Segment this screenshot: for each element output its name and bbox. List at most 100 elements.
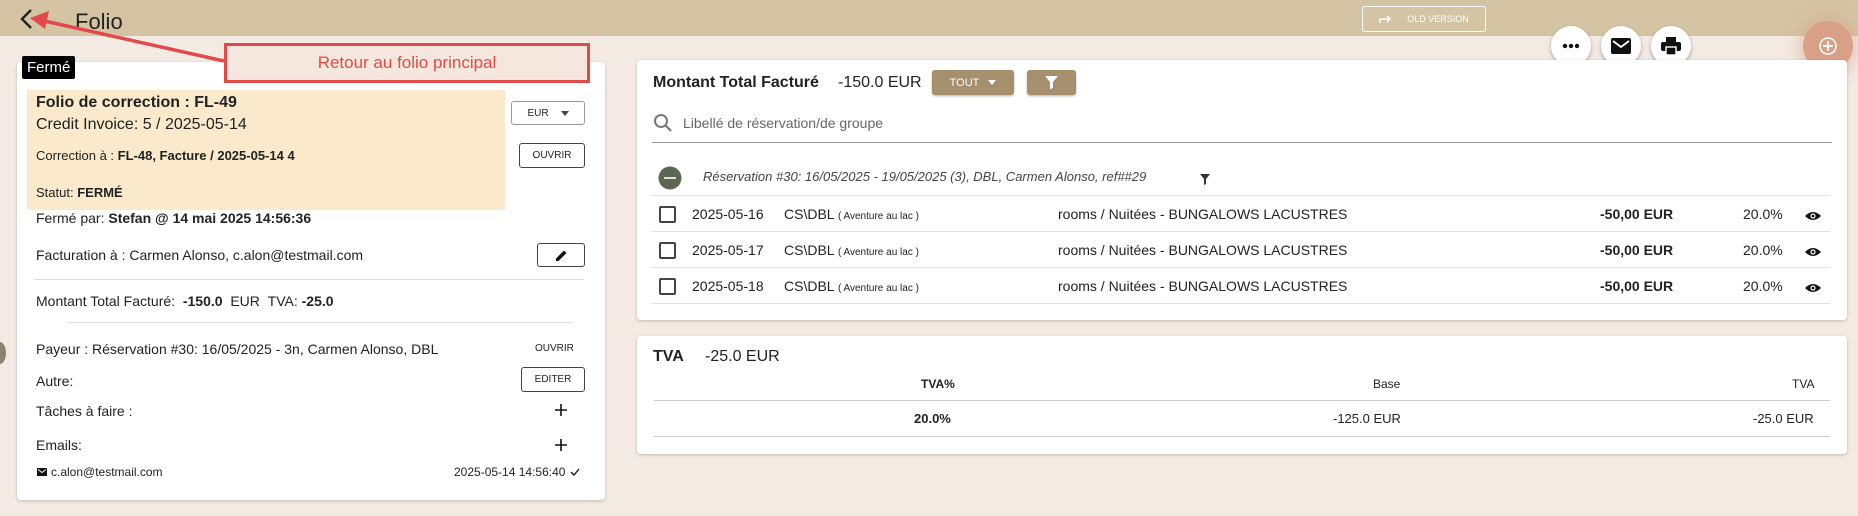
row-divider [652, 267, 1830, 268]
ferme-par-line: Fermé par: Stefan @ 14 mai 2025 14:56:36 [36, 210, 311, 226]
tva-col-base: Base [1373, 377, 1401, 391]
currency-select[interactable]: EUR [511, 101, 585, 125]
row-room-code: CS\DBL [784, 242, 835, 258]
row-view-button[interactable] [1805, 208, 1821, 226]
dropdown-caret-icon [560, 110, 569, 116]
search-input[interactable]: Libellé de réservation/de groupe [683, 115, 883, 131]
tva-title: TVA [653, 348, 684, 365]
email-date: 2025-05-14 14:56:40 [454, 465, 566, 479]
row-room-note: ( Aventure au lac ) [837, 283, 919, 294]
collapse-icon [658, 166, 682, 190]
row-room: CS\DBL ( Aventure au lac ) [784, 206, 919, 222]
row-amount: -50,00 EUR [1600, 242, 1674, 258]
add-task-button[interactable] [555, 403, 567, 421]
row-checkbox[interactable] [659, 242, 676, 259]
payeur-label: Payeur : [36, 341, 93, 357]
add-icon [1819, 37, 1837, 55]
montant-value: -150.0 [182, 293, 223, 309]
dropdown-caret-icon [988, 80, 997, 85]
montant-currency: EUR [230, 293, 260, 309]
row-description: rooms / Nuitées - BUNGALOWS LACUSTRES [1058, 242, 1348, 258]
eye-icon [1805, 284, 1821, 292]
filter-icon [1045, 76, 1058, 89]
row-room: CS\DBL ( Aventure au lac ) [784, 278, 919, 294]
emails-label: Emails: [36, 437, 82, 453]
total-label: Montant Total Facturé [653, 74, 819, 91]
callout-arrow [30, 11, 225, 63]
pencil-icon [555, 250, 566, 261]
correction-label: Correction à : [36, 148, 118, 163]
folio-title: Folio de correction : FL-49 [36, 94, 237, 111]
currency-select-value: EUR [527, 107, 549, 119]
montant-line: Montant Total Facturé: -150.0 EUR TVA: -… [36, 293, 334, 309]
tva-label: TVA: [267, 293, 298, 309]
tva-header-divider [654, 400, 1830, 401]
row-amount: -50,00 EUR [1600, 206, 1674, 222]
row-divider [652, 195, 1830, 196]
edit-billing-button[interactable] [537, 243, 585, 267]
tva-total: -25.0 EUR [705, 348, 780, 365]
tva-row-divider [654, 436, 1830, 437]
mail-icon [1611, 38, 1631, 54]
row-room-note: ( Aventure au lac ) [837, 211, 919, 222]
payeur-open-button[interactable]: OUVRIR [535, 343, 574, 354]
statut-line: Statut: FERMÉ [36, 185, 123, 200]
row-checkbox[interactable] [659, 278, 676, 295]
editer-button[interactable]: EDITER [521, 367, 585, 392]
old-version-label: OLD VERSION [1407, 14, 1469, 24]
more-icon [1562, 43, 1580, 49]
row-room-code: CS\DBL [784, 278, 835, 294]
ferme-par-label: Fermé par: [36, 210, 109, 226]
tout-filter-button[interactable]: TOUT [932, 70, 1014, 95]
row-amount: -50,00 EUR [1600, 278, 1674, 294]
check-icon [570, 468, 580, 476]
statut-value: FERMÉ [77, 185, 123, 200]
group-filter-button[interactable] [1200, 172, 1210, 190]
row-date: 2025-05-17 [692, 242, 764, 258]
tva-col-tva: TVA [1792, 377, 1815, 391]
facturation-line: Facturation à : Carmen Alonso, c.alon@te… [36, 247, 363, 263]
email-address: c.alon@testmail.com [51, 465, 163, 479]
divider [67, 322, 573, 323]
tva-base-value: -125.0 EUR [1333, 411, 1401, 426]
row-room-note: ( Aventure au lac ) [837, 247, 919, 258]
email-entry[interactable]: c.alon@testmail.com [37, 465, 163, 479]
row-vat-rate: 20.0% [1743, 242, 1783, 258]
search-icon [653, 113, 673, 138]
row-room: CS\DBL ( Aventure au lac ) [784, 242, 919, 258]
row-date: 2025-05-18 [692, 278, 764, 294]
credit-invoice: Credit Invoice: 5 / 2025-05-14 [36, 116, 247, 133]
old-version-button[interactable]: OLD VERSION [1362, 6, 1486, 32]
reservation-group-label: Réservation #30: 16/05/2025 - 19/05/2025… [703, 169, 1147, 184]
row-divider [652, 303, 1830, 304]
row-checkbox[interactable] [659, 206, 676, 223]
tva-rate-value: 20.0% [914, 411, 951, 426]
row-view-button[interactable] [1805, 280, 1821, 298]
montant-label: Montant Total Facturé: [36, 293, 176, 309]
search-underline [652, 142, 1832, 143]
add-email-button[interactable] [555, 438, 567, 456]
print-icon [1661, 37, 1681, 55]
row-view-button[interactable] [1805, 244, 1821, 262]
row-description: rooms / Nuitées - BUNGALOWS LACUSTRES [1058, 206, 1348, 222]
tva-amount-value: -25.0 EUR [1753, 411, 1814, 426]
tout-label: TOUT [949, 76, 980, 89]
row-room-code: CS\DBL [784, 206, 835, 222]
row-description: rooms / Nuitées - BUNGALOWS LACUSTRES [1058, 278, 1348, 294]
filter-icon [1200, 174, 1210, 185]
row-vat-rate: 20.0% [1743, 206, 1783, 222]
filter-button[interactable] [1027, 70, 1076, 95]
eye-icon [1805, 248, 1821, 256]
facturation-value: Carmen Alonso, c.alon@testmail.com [129, 247, 364, 263]
payeur-value: Réservation #30: 16/05/2025 - 3n, Carmen… [92, 341, 439, 357]
row-divider [652, 231, 1830, 232]
ferme-par-value: Stefan @ 14 mai 2025 14:56:36 [108, 210, 312, 226]
correction-line: Correction à : FL-48, Facture / 2025-05-… [36, 148, 295, 163]
callout-annotation: Retour au folio principal [224, 43, 590, 83]
collapse-group-button[interactable] [658, 166, 682, 195]
row-vat-rate: 20.0% [1743, 278, 1783, 294]
facturation-label: Facturation à : [36, 247, 130, 263]
side-handle[interactable] [0, 342, 6, 364]
ouvrir-button[interactable]: OUVRIR [519, 143, 585, 168]
plus-icon [555, 439, 567, 451]
